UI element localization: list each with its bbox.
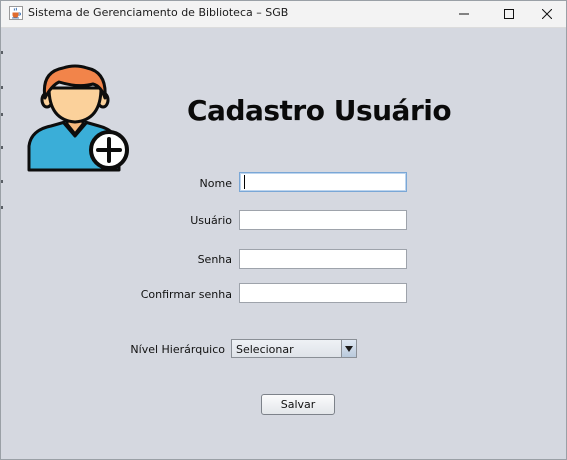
text-caret (244, 175, 245, 189)
close-button[interactable] (530, 1, 564, 27)
nome-input[interactable] (239, 172, 407, 192)
add-user-icon (27, 64, 129, 172)
java-cup-icon (9, 6, 23, 20)
app-window: Sistema de Gerenciamento de Biblioteca –… (0, 0, 567, 460)
nome-label: Nome (199, 177, 232, 190)
usuario-label: Usuário (190, 214, 232, 227)
nivel-hierarquico-select[interactable]: Selecionar (231, 339, 357, 358)
page-title: Cadastro Usuário (187, 94, 452, 127)
form-panel: Cadastro Usuário Nome Usuário Senha Conf… (1, 28, 566, 459)
nivel-hierarquico-label: Nível Hierárquico (130, 343, 225, 356)
nivel-selected-value: Selecionar (236, 343, 294, 356)
title-bar[interactable]: Sistema de Gerenciamento de Biblioteca –… (1, 1, 566, 28)
maximize-button[interactable] (492, 1, 526, 27)
chevron-down-icon (345, 345, 353, 352)
close-icon (542, 9, 552, 19)
dropdown-arrow-button[interactable] (341, 340, 356, 357)
maximize-icon (504, 9, 514, 19)
usuario-input[interactable] (239, 210, 407, 230)
window-title: Sistema de Gerenciamento de Biblioteca –… (28, 6, 289, 19)
senha-input[interactable] (239, 249, 407, 269)
confirmar-senha-input[interactable] (239, 283, 407, 303)
minimize-button[interactable] (447, 1, 481, 27)
save-button[interactable]: Salvar (261, 394, 335, 415)
confirmar-senha-label: Confirmar senha (140, 288, 232, 301)
senha-label: Senha (197, 253, 232, 266)
minimize-icon (459, 13, 469, 15)
